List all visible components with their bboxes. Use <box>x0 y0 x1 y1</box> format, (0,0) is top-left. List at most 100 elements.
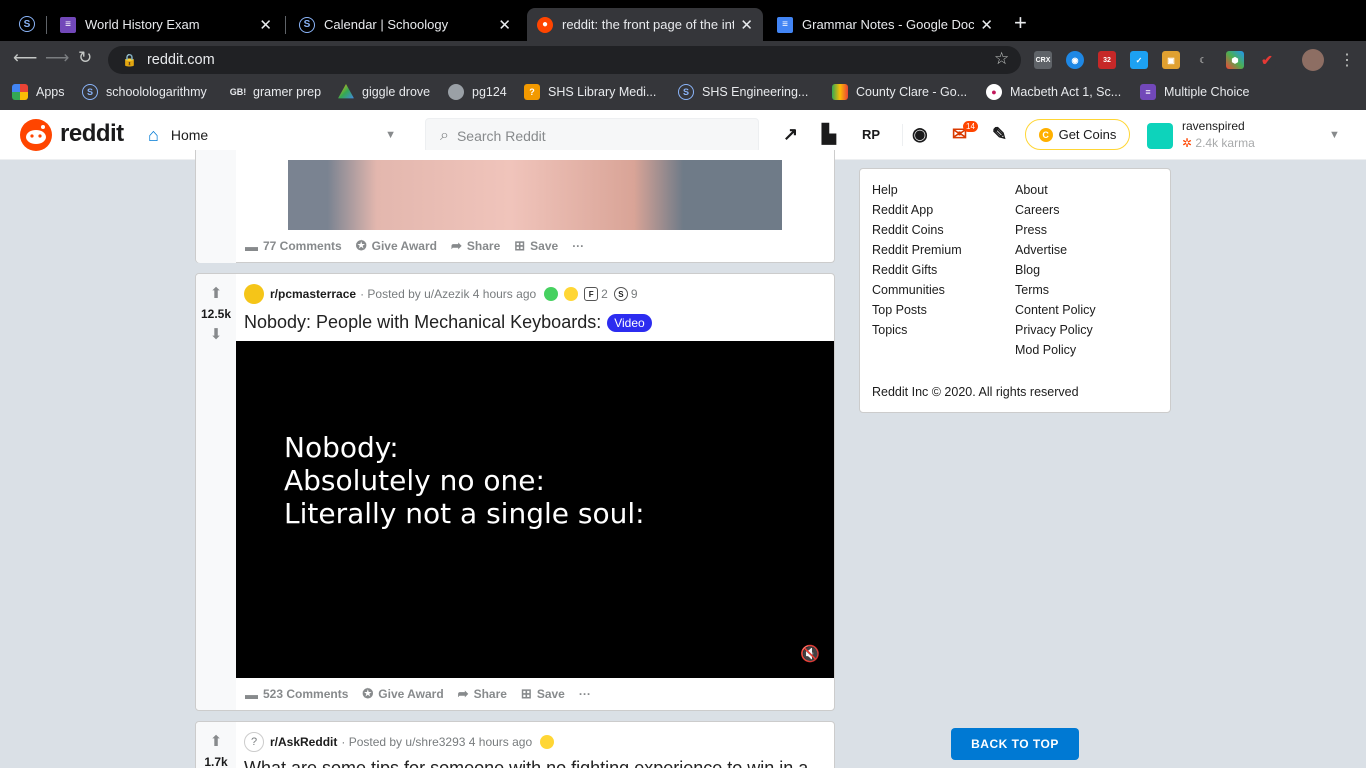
close-tab-icon[interactable]: ✕ <box>259 16 272 34</box>
bookmark-county-clare[interactable]: County Clare - Go... <box>832 84 967 100</box>
moon-extension-icon[interactable]: ☾ <box>1194 51 1212 69</box>
tab-world-history[interactable]: ≡ World History Exam ✕ <box>50 8 282 41</box>
bookmark-label: Apps <box>36 85 65 99</box>
color-extension-icon[interactable]: ⬢ <box>1226 51 1244 69</box>
footer-link-content-policy[interactable]: Content Policy <box>1015 303 1096 317</box>
footer-link-about[interactable]: About <box>1015 183 1048 197</box>
footer-link-communities[interactable]: Communities <box>872 283 945 297</box>
owl-extension-icon[interactable]: ◉ <box>1066 51 1084 69</box>
award-icon[interactable]: S <box>613 287 628 301</box>
new-tab-button[interactable]: + <box>1014 10 1027 36</box>
get-coins-button[interactable]: C Get Coins <box>1025 119 1130 150</box>
bookmark-shs-library[interactable]: ? SHS Library Medi... <box>524 84 656 100</box>
more-options-button[interactable]: ··· <box>579 687 591 701</box>
tab-schoology-calendar[interactable]: S Calendar | Schoology ✕ <box>289 8 521 41</box>
bookmark-schoolologarithmy[interactable]: Sschoolologarithmy <box>82 84 207 100</box>
reddit-logo-icon[interactable] <box>20 119 52 151</box>
close-tab-icon[interactable]: ✕ <box>498 16 511 34</box>
share-button[interactable]: ➦ Share <box>458 686 507 702</box>
user-menu[interactable]: ravenspired ✲ 2.4k karma ▼ <box>1147 119 1347 153</box>
posted-by[interactable]: · Posted by u/Azezik 4 hours ago <box>360 287 536 301</box>
create-post-icon[interactable]: ✎ <box>992 124 1007 145</box>
subreddit-link[interactable]: r/AskReddit <box>270 735 337 749</box>
subreddit-icon[interactable]: ? <box>244 732 264 752</box>
browser-menu-icon[interactable]: ⋮ <box>1339 50 1355 70</box>
bookmark-label: schoolologarithmy <box>106 85 207 99</box>
post-title[interactable]: What are some tips for someone with no f… <box>244 758 808 768</box>
award-icon[interactable]: F <box>584 287 599 301</box>
more-icon: ··· <box>572 239 585 253</box>
footer-link-blog[interactable]: Blog <box>1015 263 1040 277</box>
award-icon[interactable] <box>544 287 559 301</box>
box-extension-icon[interactable]: ▣ <box>1162 51 1180 69</box>
footer-link-careers[interactable]: Careers <box>1015 203 1059 217</box>
footer-link-advertise[interactable]: Advertise <box>1015 243 1067 257</box>
bookmark-star-icon[interactable]: ☆ <box>994 49 1009 69</box>
crx-extension-icon[interactable]: CRX <box>1034 51 1052 69</box>
tab-grammar-notes[interactable]: ≡ Grammar Notes - Google Docs ✕ <box>767 8 1003 41</box>
bookmark-giggle-drove[interactable]: giggle drove <box>338 84 430 100</box>
close-tab-icon[interactable]: ✕ <box>740 16 753 34</box>
tab-separator <box>285 16 286 34</box>
save-button[interactable]: ⊞ Save <box>514 238 558 254</box>
sparknotes-icon: ● <box>986 84 1002 100</box>
bookmark-macbeth[interactable]: ● Macbeth Act 1, Sc... <box>986 84 1121 100</box>
chat-icon[interactable]: ◉ <box>912 124 928 145</box>
comments-button[interactable]: ▬ 77 Comments <box>245 239 342 254</box>
address-bar[interactable]: 🔒 reddit.com <box>108 46 1021 74</box>
subreddit-link[interactable]: r/pcmasterrace <box>270 287 356 301</box>
back-to-top-button[interactable]: BACK TO TOP <box>951 728 1079 760</box>
footer-link-terms[interactable]: Terms <box>1015 283 1049 297</box>
save-button[interactable]: ⊞ Save <box>521 686 565 702</box>
search-input[interactable]: ⌕ Search Reddit <box>425 118 759 153</box>
trending-icon[interactable]: ↗ <box>783 124 798 145</box>
footer-link-help[interactable]: Help <box>872 183 898 197</box>
post-image[interactable] <box>288 160 782 230</box>
forward-arrow-icon[interactable]: ⟶ <box>45 48 69 68</box>
coin-icon: C <box>1038 127 1053 142</box>
award-icon[interactable] <box>540 735 555 749</box>
checkmark-extension-icon[interactable]: ✓ <box>1130 51 1148 69</box>
downvote-icon[interactable]: ⬇ <box>208 327 224 343</box>
post-title-row[interactable]: Nobody: People with Mechanical Keyboards… <box>244 312 652 333</box>
post-card[interactable]: ⬆ 1.7k ? r/AskReddit · Posted by u/shre3… <box>195 721 835 768</box>
award-icon[interactable] <box>564 287 579 301</box>
footer-link-mod-policy[interactable]: Mod Policy <box>1015 343 1076 357</box>
footer-link-top-posts[interactable]: Top Posts <box>872 303 927 317</box>
comments-button[interactable]: ▬ 523 Comments <box>245 687 348 702</box>
bookmark-multiple-choice[interactable]: ≡ Multiple Choice <box>1140 84 1249 100</box>
bookmark-shs-engineering[interactable]: S SHS Engineering... <box>678 84 808 100</box>
rpan-icon[interactable]: RP <box>862 127 880 142</box>
footer-link-reddit-coins[interactable]: Reddit Coins <box>872 223 944 237</box>
footer-link-topics[interactable]: Topics <box>872 323 907 337</box>
bookmark-apps[interactable]: Apps <box>12 84 65 100</box>
bolt-extension-icon[interactable]: ✔ <box>1258 51 1276 69</box>
share-button[interactable]: ➦ Share <box>451 238 500 254</box>
mute-icon[interactable]: 🔇 <box>800 644 820 664</box>
footer-link-reddit-premium[interactable]: Reddit Premium <box>872 243 962 257</box>
post-flair[interactable]: Video <box>607 314 652 333</box>
upvote-icon[interactable]: ⬆ <box>208 734 224 750</box>
schoology-pinned-icon[interactable]: S <box>19 16 35 32</box>
close-tab-icon[interactable]: ✕ <box>980 16 993 34</box>
subreddit-icon[interactable] <box>244 284 264 304</box>
footer-link-privacy-policy[interactable]: Privacy Policy <box>1015 323 1093 337</box>
give-award-button[interactable]: ✪ Give Award <box>362 686 443 702</box>
footer-link-reddit-gifts[interactable]: Reddit Gifts <box>872 263 937 277</box>
upvote-icon[interactable]: ⬆ <box>208 286 224 302</box>
bookmark-pg124[interactable]: pg124 <box>448 84 507 100</box>
footer-link-press[interactable]: Press <box>1015 223 1047 237</box>
profile-avatar[interactable] <box>1302 49 1324 71</box>
posted-by[interactable]: · Posted by u/shre3293 4 hours ago <box>341 735 532 749</box>
more-options-button[interactable]: ··· <box>572 239 584 253</box>
footer-link-reddit-app[interactable]: Reddit App <box>872 203 933 217</box>
leaderboard-icon[interactable]: ▙ <box>822 124 836 145</box>
give-award-button[interactable]: ✪ Give Award <box>356 238 437 254</box>
reload-icon[interactable]: ↻ <box>78 48 92 68</box>
post-title[interactable]: Nobody: People with Mechanical Keyboards… <box>244 312 601 332</box>
bookmark-gramer-prep[interactable]: GB! gramer prep <box>228 84 321 100</box>
back-arrow-icon[interactable]: ⟵ <box>13 48 37 68</box>
abp-extension-icon[interactable]: 32 <box>1098 51 1116 69</box>
reddit-wordmark[interactable]: reddit <box>60 120 124 148</box>
home-feed-selector[interactable]: ⌂ Home ▼ <box>148 118 396 152</box>
